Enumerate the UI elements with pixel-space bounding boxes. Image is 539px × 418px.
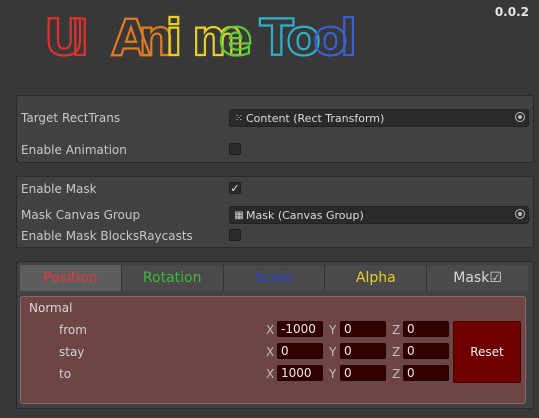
target-row: Target RectTrans ⁙ Content (Rect Transfo… bbox=[21, 109, 533, 127]
from-x-field[interactable]: -1000 bbox=[277, 321, 323, 337]
target-panel: Target RectTrans ⁙ Content (Rect Transfo… bbox=[16, 95, 534, 163]
rect-transform-icon: ⁙ bbox=[234, 112, 244, 124]
blocks-raycasts-row: Enable Mask BlocksRaycasts bbox=[21, 227, 533, 245]
row-label: to bbox=[59, 367, 72, 381]
title-letter: I bbox=[71, 9, 90, 67]
canvas-group-icon: ▦ bbox=[234, 209, 244, 221]
to-z-field[interactable]: 0 bbox=[403, 365, 449, 381]
reset-button[interactable]: Reset bbox=[453, 321, 521, 383]
to-x-field[interactable]: 1000 bbox=[277, 365, 323, 381]
enable-animation-label: Enable Animation bbox=[21, 143, 127, 157]
animation-tabs: Position Rotation Scale Alpha Mask☑ bbox=[20, 265, 528, 291]
z-axis-label: Z bbox=[392, 323, 401, 337]
blocks-raycasts-label: Enable Mask BlocksRaycasts bbox=[21, 229, 193, 243]
y-axis-label: Y bbox=[329, 323, 337, 337]
normal-group: Normal from X -1000 Y 0 Z 0 stay X 0 Y 0… bbox=[20, 296, 526, 404]
target-object-field[interactable]: ⁙ Content (Rect Transform) bbox=[229, 109, 529, 127]
stay-y-field[interactable]: 0 bbox=[340, 343, 386, 359]
from-z-field[interactable]: 0 bbox=[403, 321, 449, 337]
tab-rotation[interactable]: Rotation bbox=[121, 265, 224, 291]
stay-x-field[interactable]: 0 bbox=[277, 343, 323, 359]
normal-title: Normal bbox=[29, 301, 73, 315]
mask-group-row: Mask Canvas Group ▦ Mask (Canvas Group) bbox=[21, 206, 533, 224]
enable-animation-row: Enable Animation bbox=[21, 141, 533, 159]
target-label: Target RectTrans bbox=[21, 111, 121, 125]
mask-group-object-field[interactable]: ▦ Mask (Canvas Group) bbox=[229, 206, 529, 224]
row-label: from bbox=[59, 323, 87, 337]
to-row: to X 1000 Y 0 Z 0 bbox=[21, 365, 461, 383]
tab-alpha[interactable]: Alpha bbox=[325, 265, 428, 291]
title-letter: e bbox=[219, 9, 253, 67]
y-axis-label: Y bbox=[329, 367, 337, 381]
target-value: Content (Rect Transform) bbox=[246, 111, 385, 125]
stay-z-field[interactable]: 0 bbox=[403, 343, 449, 359]
x-axis-label: X bbox=[266, 367, 275, 381]
mask-group-value: Mask (Canvas Group) bbox=[246, 208, 364, 222]
enable-mask-row: Enable Mask ✓ bbox=[21, 180, 533, 198]
y-axis-label: Y bbox=[329, 345, 337, 359]
x-axis-label: X bbox=[266, 323, 275, 337]
row-label: stay bbox=[59, 345, 85, 359]
z-axis-label: Z bbox=[392, 367, 401, 381]
enable-mask-label: Enable Mask bbox=[21, 182, 97, 196]
object-picker-icon[interactable] bbox=[515, 209, 525, 219]
from-row: from X -1000 Y 0 Z 0 bbox=[21, 321, 461, 339]
enable-animation-checkbox[interactable] bbox=[229, 143, 241, 155]
tab-mask[interactable]: Mask☑ bbox=[427, 265, 528, 291]
title-banner: UI Ani me Tool bbox=[43, 8, 358, 68]
mask-panel: Enable Mask ✓ Mask Canvas Group ▦ Mask (… bbox=[16, 176, 534, 248]
tab-scale[interactable]: Scale bbox=[223, 265, 326, 291]
mask-group-label: Mask Canvas Group bbox=[21, 208, 141, 222]
x-axis-label: X bbox=[266, 345, 275, 359]
z-axis-label: Z bbox=[392, 345, 401, 359]
to-y-field[interactable]: 0 bbox=[340, 365, 386, 381]
title-letter: l bbox=[340, 9, 357, 67]
tab-position[interactable]: Position bbox=[20, 265, 122, 291]
from-y-field[interactable]: 0 bbox=[340, 321, 386, 337]
enable-mask-checkbox[interactable]: ✓ bbox=[229, 182, 241, 194]
title-letter: i bbox=[165, 9, 182, 67]
stay-row: stay X 0 Y 0 Z 0 bbox=[21, 343, 461, 361]
blocks-raycasts-checkbox[interactable] bbox=[229, 229, 241, 241]
version-label: 0.0.2 bbox=[494, 5, 529, 19]
animation-panel: Position Rotation Scale Alpha Mask☑ Norm… bbox=[16, 261, 534, 409]
object-picker-icon[interactable] bbox=[515, 112, 525, 122]
